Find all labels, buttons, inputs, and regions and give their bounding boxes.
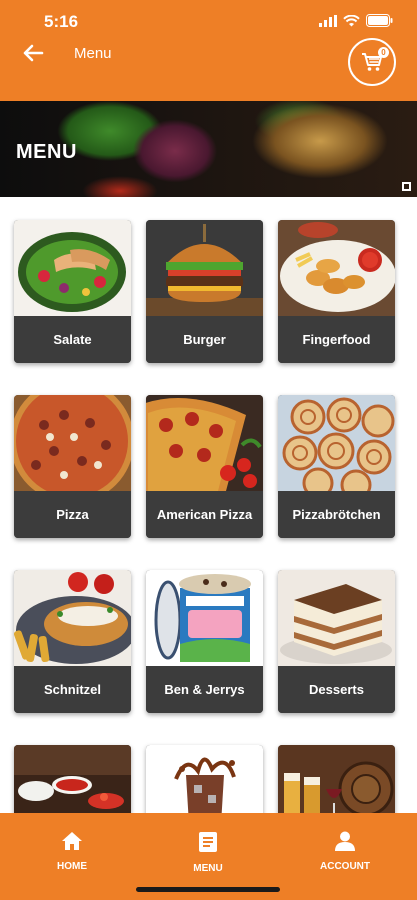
category-label: Ben & Jerrys	[146, 666, 263, 713]
fingerfood-image	[278, 220, 395, 316]
american-pizza-image	[146, 395, 263, 491]
burger-image	[146, 220, 263, 316]
status-time: 5:16	[44, 12, 79, 31]
schnitzel-image	[14, 570, 131, 666]
top-app-bar: 5:16 Menu 0	[0, 0, 417, 101]
cart-count-badge: 0	[378, 47, 389, 58]
category-label: Fingerfood	[278, 316, 395, 363]
nav-menu[interactable]: MENU	[158, 831, 258, 874]
nav-menu-label: MENU	[193, 863, 223, 874]
ice-cream-image	[146, 570, 263, 666]
nav-account-label: ACCOUNT	[320, 861, 370, 872]
hero-title: MENU	[16, 141, 77, 163]
category-card-ben-jerrys[interactable]: Ben & Jerrys	[146, 570, 263, 713]
hero-indicator-icon	[402, 182, 411, 191]
category-label: Burger	[146, 316, 263, 363]
category-card-pizzabroetchen[interactable]: Pizzabrötchen	[278, 395, 395, 538]
category-card-american-pizza[interactable]: American Pizza	[146, 395, 263, 538]
status-icons	[319, 14, 393, 27]
back-arrow-icon[interactable]	[20, 40, 46, 66]
category-card-schnitzel[interactable]: Schnitzel	[14, 570, 131, 713]
category-label: American Pizza	[146, 491, 263, 538]
category-label: Pizzabrötchen	[278, 491, 395, 538]
wifi-icon	[343, 14, 360, 26]
nav-home-label: HOME	[57, 861, 87, 872]
category-card-desserts[interactable]: Desserts	[278, 570, 395, 713]
cart-button[interactable]: 0	[348, 38, 396, 86]
salad-image	[14, 220, 131, 316]
category-card-fingerfood[interactable]: Fingerfood	[278, 220, 395, 363]
pizza-rolls-image	[278, 395, 395, 491]
page-title: Menu	[74, 45, 112, 62]
app-screen: 5:16 Menu 0 MENU Salate Burger Fingerfoo…	[0, 0, 417, 900]
account-user-icon	[335, 831, 355, 851]
category-card-burger[interactable]: Burger	[146, 220, 263, 363]
category-label: Pizza	[14, 491, 131, 538]
pizza-image	[14, 395, 131, 491]
category-label: Desserts	[278, 666, 395, 713]
home-indicator[interactable]	[136, 887, 280, 892]
cellular-signal-icon	[319, 14, 337, 27]
nav-account[interactable]: ACCOUNT	[295, 831, 395, 872]
category-label: Salate	[14, 316, 131, 363]
nav-home[interactable]: HOME	[22, 831, 122, 872]
category-card-salate[interactable]: Salate	[14, 220, 131, 363]
tiramisu-image	[278, 570, 395, 666]
home-icon	[62, 832, 82, 850]
battery-icon	[366, 14, 393, 27]
category-label: Schnitzel	[14, 666, 131, 713]
menu-hero-banner: MENU	[0, 101, 417, 197]
category-card-pizza[interactable]: Pizza	[14, 395, 131, 538]
menu-document-icon	[199, 832, 217, 852]
